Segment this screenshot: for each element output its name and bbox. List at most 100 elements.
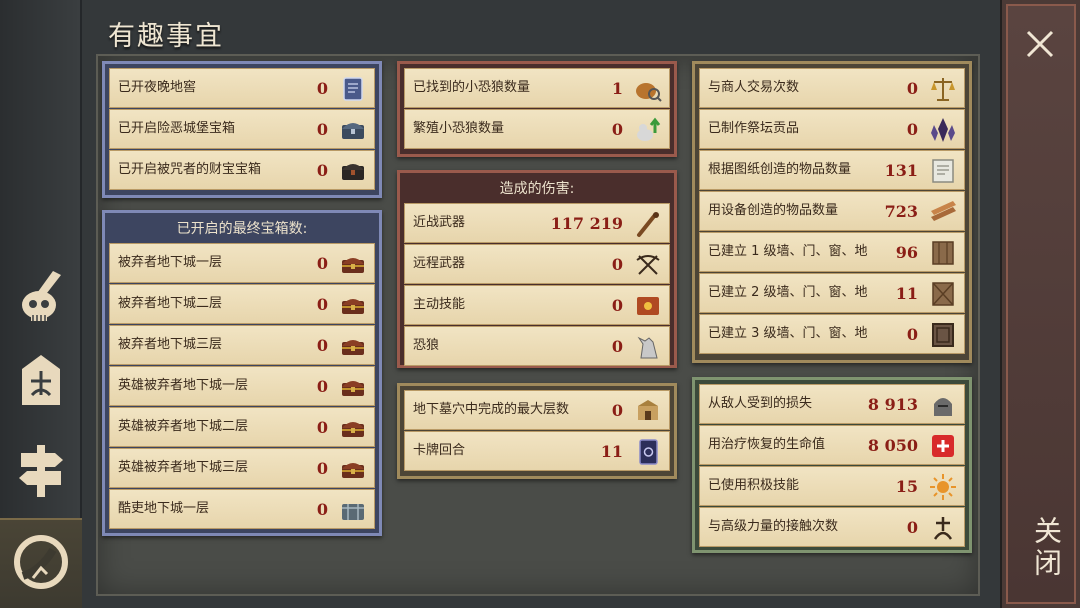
stat-label: 地下墓穴中完成的最大层数 bbox=[413, 402, 570, 417]
stat-label: 英雄被弃者地下城二层 bbox=[118, 419, 249, 434]
stat-value: 0 bbox=[906, 517, 918, 537]
stat-row: 被弃者地下城一层 0 bbox=[109, 243, 375, 283]
panel-catacombs: 地下墓穴中完成的最大层数 0 卡牌回合 11 bbox=[397, 383, 677, 479]
health-cross-icon bbox=[928, 431, 958, 461]
panel-crafting: 与商人交易次数 0 已制作祭坛贡品 0 根据图纸创造的物品数量 131 用设备创造的物品数量… bbox=[692, 61, 972, 363]
stat-row: 已制作祭坛贡品 0 bbox=[699, 109, 965, 149]
treasure-chest-icon bbox=[338, 290, 368, 320]
close-bar-frame bbox=[1006, 4, 1076, 604]
stat-label: 被弃者地下城三层 bbox=[118, 337, 223, 352]
stat-label: 用治疗恢复的生命值 bbox=[708, 437, 826, 452]
stat-row: 卡牌回合 11 bbox=[404, 431, 670, 471]
stat-row: 根据图纸创造的物品数量 131 bbox=[699, 150, 965, 190]
panel-wolves-rows: 已找到的小恐狼数量 1 繁殖小恐狼数量 0 bbox=[404, 68, 670, 149]
stat-value: 0 bbox=[316, 376, 328, 396]
stat-row: 已找到的小恐狼数量 1 bbox=[404, 68, 670, 108]
stat-value: 117 219 bbox=[550, 213, 623, 233]
stat-row: 从敌人受到的损失 8 913 bbox=[699, 384, 965, 424]
stat-label: 英雄被弃者地下城一层 bbox=[118, 378, 249, 393]
stat-row: 酷吏地下城一层 0 bbox=[109, 489, 375, 529]
stat-label: 恐狼 bbox=[413, 338, 440, 353]
stat-row: 已开启被咒者的财宝宝箱 0 bbox=[109, 150, 375, 190]
panel-chests: 已开夜晚地窖 0 已开启险恶城堡宝箱 0 已开启被咒者的财宝宝箱 0 bbox=[102, 61, 382, 198]
stat-label: 与商人交易次数 bbox=[708, 80, 800, 95]
stat-label: 酷吏地下城一层 bbox=[118, 501, 210, 516]
stat-value: 15 bbox=[895, 476, 918, 496]
wall-2-icon bbox=[928, 279, 958, 309]
stat-label: 与高级力量的接触次数 bbox=[708, 519, 839, 534]
nav-signpost[interactable] bbox=[6, 436, 76, 510]
side-nav bbox=[0, 0, 82, 608]
panel-damage-rows: 近战武器 117 219 远程武器 0 主动技能 0 恐狼 0 bbox=[404, 203, 670, 366]
stat-label: 已建立 1 级墙、门、窗、地 bbox=[708, 244, 868, 259]
stat-row: 近战武器 117 219 bbox=[404, 203, 670, 243]
stat-row: 与高级力量的接触次数 0 bbox=[699, 507, 965, 547]
stat-value: 0 bbox=[316, 417, 328, 437]
treasure-chest-icon bbox=[338, 331, 368, 361]
crossbow-icon bbox=[633, 250, 663, 280]
stat-value: 0 bbox=[906, 324, 918, 344]
scales-icon bbox=[928, 74, 958, 104]
stat-value: 0 bbox=[316, 335, 328, 355]
panel-damage: 造成的伤害: 近战武器 117 219 远程武器 0 主动技能 0 恐狼 0 bbox=[397, 170, 677, 368]
crescent-icon bbox=[11, 532, 71, 596]
stat-label: 英雄被弃者地下城三层 bbox=[118, 460, 249, 475]
stat-value: 8 913 bbox=[867, 394, 918, 414]
stat-row: 被弃者地下城二层 0 bbox=[109, 284, 375, 324]
signpost-icon bbox=[13, 441, 69, 505]
stat-value: 0 bbox=[316, 499, 328, 519]
stat-row: 已开夜晚地窖 0 bbox=[109, 68, 375, 108]
panel-crafting-rows: 与商人交易次数 0 已制作祭坛贡品 0 根据图纸创造的物品数量 131 用设备创造的物品数量… bbox=[699, 68, 965, 354]
treasure-chest-icon bbox=[338, 413, 368, 443]
stat-value: 0 bbox=[906, 78, 918, 98]
stat-value: 96 bbox=[895, 242, 918, 262]
stat-row: 远程武器 0 bbox=[404, 244, 670, 284]
treasure-chest-icon bbox=[338, 249, 368, 279]
nav-crescent[interactable] bbox=[0, 518, 82, 608]
stat-row: 英雄被弃者地下城三层 0 bbox=[109, 448, 375, 488]
treasure-chest-icon bbox=[338, 372, 368, 402]
stat-value: 0 bbox=[316, 160, 328, 180]
card-icon bbox=[633, 437, 663, 467]
stat-row: 英雄被弃者地下城一层 0 bbox=[109, 366, 375, 406]
search-basket-icon bbox=[633, 74, 663, 104]
stat-label: 用设备创造的物品数量 bbox=[708, 203, 839, 218]
stat-value: 0 bbox=[316, 253, 328, 273]
stat-label: 已开启险恶城堡宝箱 bbox=[118, 121, 236, 136]
stat-row: 用设备创造的物品数量 723 bbox=[699, 191, 965, 231]
stat-value: 0 bbox=[611, 336, 623, 356]
helmet-icon bbox=[928, 390, 958, 420]
planks-icon bbox=[928, 197, 958, 227]
stat-value: 11 bbox=[600, 441, 623, 461]
panel-final-chests-rows: 被弃者地下城一层 0 被弃者地下城二层 0 被弃者地下城三层 0 英雄被弃者地下城一层 0 英雄… bbox=[109, 243, 375, 529]
stat-label: 从敌人受到的损失 bbox=[708, 396, 813, 411]
stat-row: 用治疗恢复的生命值 8 050 bbox=[699, 425, 965, 465]
stat-row: 与商人交易次数 0 bbox=[699, 68, 965, 108]
catacomb-icon bbox=[633, 396, 663, 426]
stat-row: 已建立 1 级墙、门、窗、地 96 bbox=[699, 232, 965, 272]
stat-label: 繁殖小恐狼数量 bbox=[413, 121, 505, 136]
stat-label: 已开启被咒者的财宝宝箱 bbox=[118, 162, 262, 177]
stat-label: 远程武器 bbox=[413, 256, 466, 271]
stat-label: 已建立 2 级墙、门、窗、地 bbox=[708, 285, 868, 300]
close-button[interactable] bbox=[1016, 22, 1064, 70]
nav-shrine[interactable] bbox=[6, 346, 76, 420]
close-bar[interactable]: 关闭 bbox=[1000, 0, 1080, 608]
cursed-chest-icon bbox=[338, 156, 368, 186]
stat-value: 0 bbox=[611, 254, 623, 274]
panel-catacombs-rows: 地下墓穴中完成的最大层数 0 卡牌回合 11 bbox=[404, 390, 670, 471]
rune-icon bbox=[928, 513, 958, 543]
stat-row: 恐狼 0 bbox=[404, 326, 670, 366]
stat-row: 繁殖小恐狼数量 0 bbox=[404, 109, 670, 149]
stat-value: 0 bbox=[611, 295, 623, 315]
stat-value: 0 bbox=[611, 400, 623, 420]
stat-value: 0 bbox=[316, 78, 328, 98]
club-icon bbox=[633, 209, 663, 239]
stat-value: 723 bbox=[884, 201, 918, 221]
skull-dagger-icon bbox=[13, 267, 69, 331]
nav-skull-dagger[interactable] bbox=[6, 262, 76, 336]
stat-label: 卡牌回合 bbox=[413, 443, 466, 458]
wall-3-icon bbox=[928, 320, 958, 350]
stat-value: 0 bbox=[906, 119, 918, 139]
stat-label: 根据图纸创造的物品数量 bbox=[708, 162, 852, 177]
